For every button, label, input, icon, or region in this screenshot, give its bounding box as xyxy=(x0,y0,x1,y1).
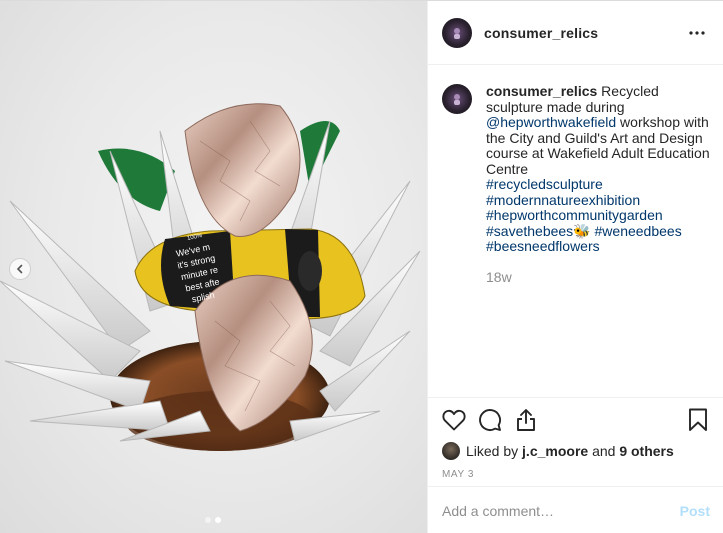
heart-icon xyxy=(442,409,466,431)
liker-username[interactable]: j.c_moore xyxy=(522,443,588,459)
bookmark-icon xyxy=(689,408,707,431)
likes-others-link[interactable]: 9 others xyxy=(619,443,673,459)
caption-avatar[interactable] xyxy=(442,84,472,114)
action-bar xyxy=(428,398,723,442)
post-footer: Liked by j.c_moore and 9 others MAY 3 xyxy=(428,397,723,480)
header-username[interactable]: consumer_relics xyxy=(484,25,685,41)
post-comment-button[interactable]: Post xyxy=(680,503,710,519)
avatar-image xyxy=(454,94,460,105)
carousel-indicator xyxy=(205,517,221,523)
comment-button[interactable] xyxy=(476,406,504,434)
hashtag-link[interactable]: #weneedbees xyxy=(595,223,682,239)
hashtag-link[interactable]: #savethebees🐝 xyxy=(486,223,591,239)
carousel-dot-1 xyxy=(205,517,211,523)
hashtag-link[interactable]: #beesneedflowers xyxy=(486,238,600,254)
hashtag-link[interactable]: #hepworthcommunitygarden xyxy=(486,207,663,223)
likes-summary: Liked by j.c_moore and 9 others xyxy=(428,442,723,460)
avatar-image xyxy=(454,27,460,39)
post-details-panel: consumer_relics consumer_relics Recycled… xyxy=(427,1,723,533)
carousel-prev-button[interactable] xyxy=(9,258,31,280)
post-media[interactable]: 100% We've m it's strong minute re best … xyxy=(0,1,427,533)
share-icon xyxy=(517,409,535,431)
comment-bar: Post xyxy=(428,486,723,533)
more-icon xyxy=(689,30,705,35)
avatar[interactable] xyxy=(442,17,472,48)
carousel-dot-2 xyxy=(215,517,221,523)
instagram-post: 100% We've m it's strong minute re best … xyxy=(0,0,723,533)
post-caption: consumer_relics Recycled sculpture made … xyxy=(442,83,723,285)
post-age[interactable]: 18w xyxy=(486,269,718,285)
like-button[interactable] xyxy=(440,406,468,434)
caption-text: consumer_relics Recycled sculpture made … xyxy=(486,83,718,255)
save-button[interactable] xyxy=(684,406,712,434)
mention-link[interactable]: @hepworthwakefield xyxy=(486,114,616,130)
liker-avatar[interactable] xyxy=(442,442,460,460)
post-date[interactable]: MAY 3 xyxy=(428,469,723,480)
more-options-button[interactable] xyxy=(685,21,709,45)
post-header: consumer_relics xyxy=(428,1,723,65)
comment-icon xyxy=(479,409,501,431)
share-button[interactable] xyxy=(512,406,540,434)
caption-username[interactable]: consumer_relics xyxy=(486,83,597,99)
hashtag-link[interactable]: #recycledsculpture xyxy=(486,176,603,192)
chevron-left-icon xyxy=(16,264,23,274)
hashtag-link[interactable]: #modernnatureexhibition xyxy=(486,192,640,208)
likes-prefix: Liked by xyxy=(466,443,519,459)
comment-input[interactable] xyxy=(442,502,680,519)
likes-middle: and xyxy=(588,443,620,459)
sculpture-photo: 100% We've m it's strong minute re best … xyxy=(0,103,421,451)
